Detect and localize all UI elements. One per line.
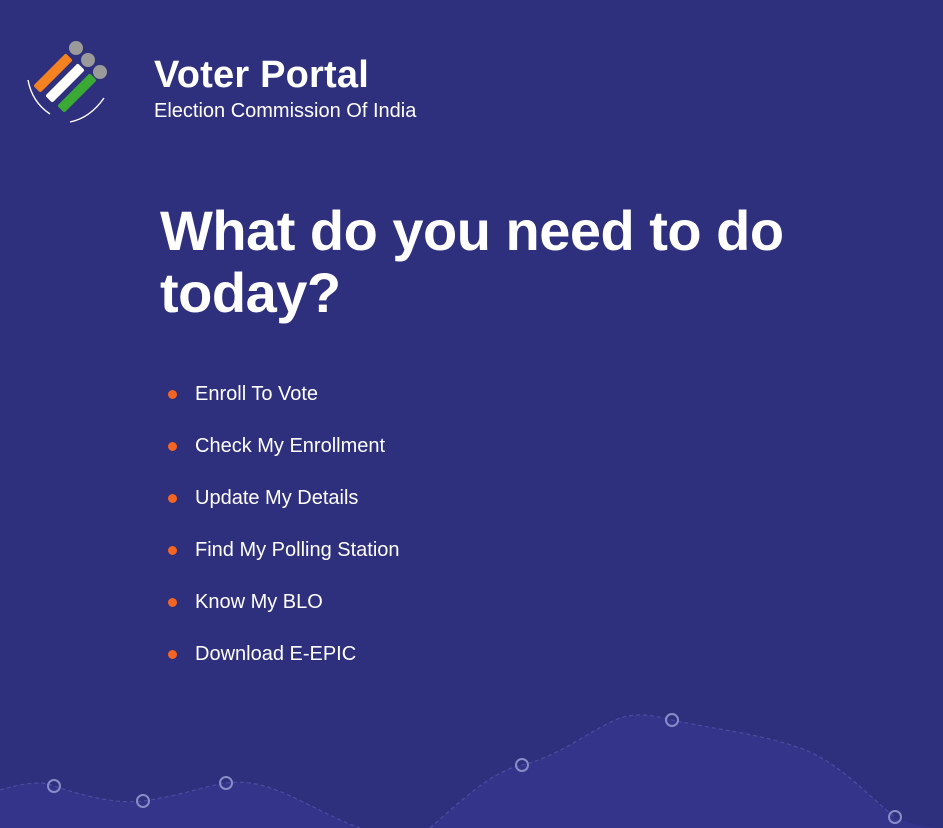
task-label[interactable]: Check My Enrollment (195, 432, 385, 460)
portal-title[interactable]: Voter Portal (154, 54, 416, 96)
bullet-icon (168, 545, 177, 555)
task-item-know-my-blo[interactable]: Know My BLO (168, 576, 400, 628)
election-commission-logo-icon[interactable] (24, 40, 116, 128)
task-item-download-e-epic[interactable]: Download E-EPIC (168, 628, 400, 680)
task-label[interactable]: Download E-EPIC (195, 640, 356, 668)
task-label[interactable]: Know My BLO (195, 588, 323, 616)
task-item-enroll-to-vote[interactable]: Enroll To Vote (168, 368, 400, 420)
site-header: Voter Portal Election Commission Of Indi… (24, 40, 416, 128)
decor-wave-fill-right (430, 714, 943, 828)
page-heading: What do you need to do today? (160, 199, 784, 324)
bullet-icon (168, 597, 177, 607)
bullet-icon (168, 441, 177, 451)
task-item-update-my-details[interactable]: Update My Details (168, 472, 400, 524)
task-label[interactable]: Update My Details (195, 484, 358, 512)
decor-wave-fill (0, 782, 360, 828)
decorative-wave-graph (0, 713, 943, 828)
brand-block: Voter Portal Election Commission Of Indi… (154, 54, 416, 124)
task-label[interactable]: Enroll To Vote (195, 380, 318, 408)
portal-subtitle: Election Commission Of India (154, 100, 417, 122)
bullet-icon (168, 389, 177, 399)
task-label[interactable]: Find My Polling Station (195, 536, 400, 564)
task-item-check-my-enrollment[interactable]: Check My Enrollment (168, 420, 400, 472)
bullet-icon (168, 493, 177, 503)
bullet-icon (168, 649, 177, 659)
task-list: Enroll To Vote Check My Enrollment Updat… (168, 368, 400, 680)
task-item-find-my-polling-station[interactable]: Find My Polling Station (168, 524, 400, 576)
